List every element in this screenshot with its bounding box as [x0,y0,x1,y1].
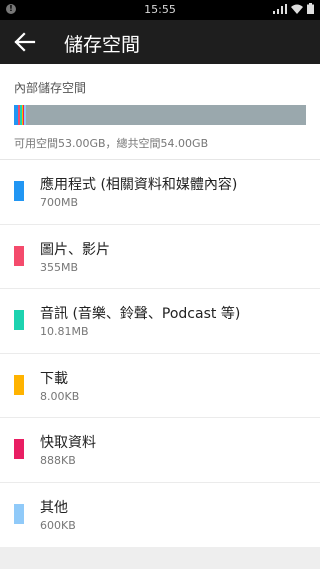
category-size: 600KB [40,518,76,532]
audio-color-swatch [14,310,24,330]
apps-color-swatch [14,181,24,201]
storage-content: 內部儲存空間 可用空間53.00GB，總共空間54.00GB 應用程式 (相關資… [0,64,320,547]
category-name: 下載 [40,370,68,387]
category-list: 應用程式 (相關資料和媒體內容) 700MB 圖片、影片 355MB 音訊 (音… [0,160,320,546]
signal-icon [273,3,287,14]
usage-segment [24,105,27,125]
internal-storage-label: 內部儲存空間 [14,81,87,95]
category-size: 8.00KB [40,389,80,403]
battery-icon [307,3,314,14]
storage-summary: 可用空間53.00GB，總共空間54.00GB [14,137,209,150]
category-item-apps[interactable]: 應用程式 (相關資料和媒體內容) 700MB [0,160,320,225]
app-bar: 儲存空間 [0,20,320,64]
category-item-images-videos[interactable]: 圖片、影片 355MB [0,225,320,289]
category-size: 10.81MB [40,325,89,338]
category-name: 音訊 (音樂、鈴聲、Podcast 等) [40,306,241,322]
category-size: 888KB [40,454,76,467]
images-color-swatch [14,245,24,266]
other-color-swatch [14,503,24,524]
status-time: 15:55 [144,3,176,16]
cache-color-swatch [14,439,24,459]
category-item-audio[interactable]: 音訊 (音樂、鈴聲、Podcast 等) 10.81MB [0,289,320,354]
category-item-cache[interactable]: 快取資料 888KB [0,418,320,483]
downloads-color-swatch [14,374,24,395]
internal-storage-section[interactable]: 內部儲存空間 可用空間53.00GB，總共空間54.00GB [0,64,320,160]
category-size: 355MB [40,260,79,274]
category-name: 其他 [40,499,68,516]
back-arrow-icon[interactable] [14,32,36,52]
wifi-icon [291,4,303,14]
storage-usage-bar [14,105,306,125]
page-title: 儲存空間 [64,34,141,56]
category-name: 圖片、影片 [40,241,110,258]
category-item-downloads[interactable]: 下載 8.00KB [0,354,320,418]
category-name: 應用程式 (相關資料和媒體內容) [40,177,238,193]
status-icons [273,3,314,14]
category-name: 快取資料 [40,435,96,451]
status-bar: ! 15:55 [0,0,320,20]
category-size: 700MB [40,196,79,209]
footer-spacer [0,547,320,569]
category-item-other[interactable]: 其他 600KB [0,483,320,547]
